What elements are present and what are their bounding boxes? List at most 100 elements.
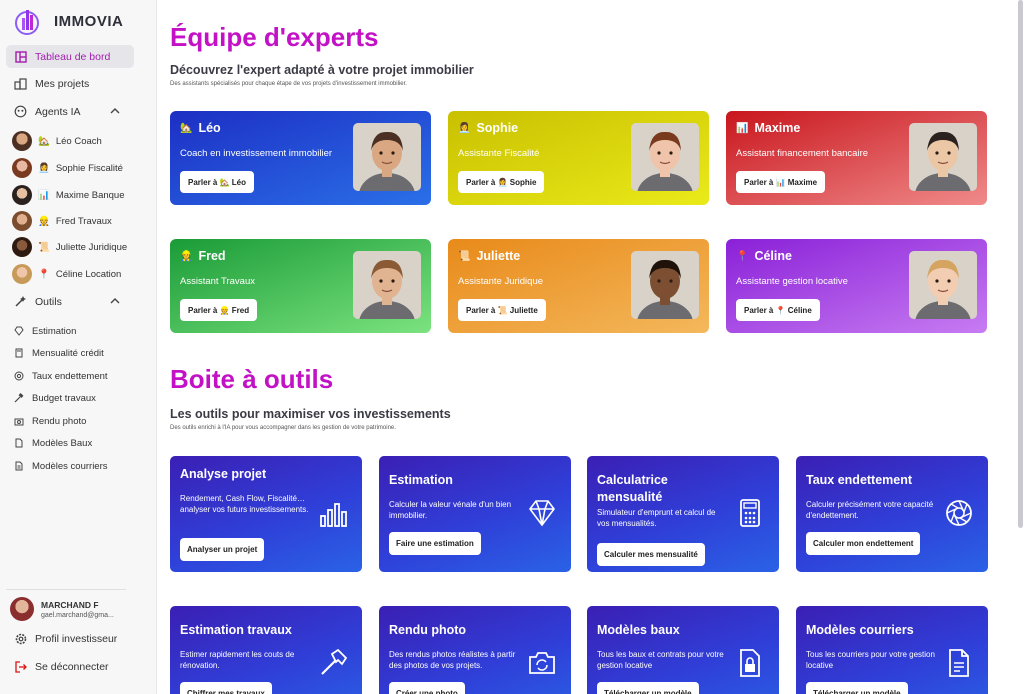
hammer-icon bbox=[14, 393, 24, 403]
sidebar-agent-sophie[interactable]: 👩‍💼 Sophie Fiscalité bbox=[12, 158, 123, 178]
lock-file-icon bbox=[735, 648, 765, 678]
expert-card-1[interactable]: 👩‍💼 Sophie Assistante Fiscalité Parler à 👩‍… bbox=[448, 111, 709, 205]
avatar bbox=[12, 264, 32, 284]
tool-label: Mensualité crédit bbox=[32, 347, 104, 359]
tool-button[interactable]: Calculer mes mensualité bbox=[597, 543, 705, 566]
talk-button[interactable]: Parler à 👩‍💼 Sophie bbox=[458, 171, 545, 193]
expert-emoji: 🏡 bbox=[180, 122, 193, 134]
expert-card-4[interactable]: 📜 Juliette Assistante Juridique Parler à 📜 … bbox=[448, 239, 709, 333]
expert-name-text: Juliette bbox=[476, 249, 521, 263]
sidebar-item-projects[interactable]: Mes projets bbox=[6, 72, 134, 95]
expert-role: Coach en investissement immobilier bbox=[180, 148, 333, 159]
tool-button[interactable]: Faire une estimation bbox=[389, 532, 481, 555]
talk-button[interactable]: Parler à 📍 Céline bbox=[736, 299, 820, 321]
tool-desc: Tous les courriers pour votre gestion lo… bbox=[806, 650, 935, 670]
tool-label: Budget travaux bbox=[32, 392, 96, 404]
sidebar-tool-rendu[interactable]: Rendu photo bbox=[14, 413, 86, 429]
logout-icon bbox=[14, 660, 27, 673]
sidebar-tool-baux[interactable]: Modèles Baux bbox=[14, 435, 92, 451]
tool-desc: Calculer la valeur vénale d'un bien immo… bbox=[389, 500, 512, 520]
tool-title: Calculatrice mensualité bbox=[597, 473, 668, 504]
expert-name: 🏡 Léo bbox=[180, 121, 221, 135]
sidebar-item-logout[interactable]: Se déconnecter bbox=[6, 655, 134, 678]
expert-portrait bbox=[909, 251, 977, 319]
tool-card-6[interactable]: Modèles baux Tous les baux et contrats po… bbox=[587, 606, 779, 694]
agent-label: Maxime Banque bbox=[55, 189, 125, 201]
tool-button[interactable]: Analyser un projet bbox=[180, 538, 265, 561]
sidebar-tool-mensualite[interactable]: Mensualité crédit bbox=[14, 345, 104, 361]
sidebar-agent-celine[interactable]: 📍 Céline Location bbox=[12, 264, 121, 284]
avatar bbox=[12, 237, 32, 257]
expert-role: Assistant financement bancaire bbox=[736, 148, 869, 159]
sidebar-tool-courriers[interactable]: Modèles courriers bbox=[14, 458, 108, 474]
tool-button[interactable]: Chiffrer mes travaux bbox=[180, 682, 272, 694]
sidebar-agent-maxime[interactable]: 📊 Maxime Banque bbox=[12, 185, 125, 205]
expert-card-0[interactable]: 🏡 Léo Coach en investissement immobilier Pa… bbox=[170, 111, 431, 205]
chevron-up-icon[interactable] bbox=[110, 106, 120, 116]
expert-name: 👷 Fred bbox=[180, 249, 226, 263]
user-name: MARCHAND F bbox=[41, 599, 99, 610]
file-icon bbox=[14, 438, 24, 448]
sidebar-tool-estimation[interactable]: Estimation bbox=[14, 323, 76, 339]
tool-card-2[interactable]: Calculatrice mensualité Simulateur d'empr… bbox=[587, 456, 779, 572]
tool-desc: Calculer précisément votre capacité d'en… bbox=[806, 500, 934, 520]
talk-button[interactable]: Parler à 🏡 Léo bbox=[180, 171, 254, 193]
agent-label: Léo Coach bbox=[55, 135, 102, 147]
tool-title: Rendu photo bbox=[389, 623, 467, 637]
sidebar-agent-juliette[interactable]: 📜 Juliette Juridique bbox=[12, 237, 127, 257]
sidebar-tool-taux[interactable]: Taux endettement bbox=[14, 368, 108, 384]
sidebar-item-label: Agents IA bbox=[35, 105, 81, 118]
sidebar-tool-budget[interactable]: Budget travaux bbox=[14, 390, 96, 406]
toolbox-subheading: Des outils enrichi à l'IA pour vous acco… bbox=[170, 425, 396, 431]
chevron-up-icon[interactable] bbox=[110, 296, 120, 306]
tool-card-5[interactable]: Rendu photo Des rendus photos réalistes à… bbox=[379, 606, 571, 694]
talk-button[interactable]: Parler à 📜 Juliette bbox=[458, 299, 546, 321]
hammer-icon bbox=[318, 648, 348, 678]
user-email: gael.marchand@gma... bbox=[41, 611, 114, 619]
agent-emoji: 👷 bbox=[38, 215, 50, 227]
talk-button[interactable]: Parler à 👷 Fred bbox=[180, 299, 258, 321]
sidebar-item-label: Outils bbox=[35, 295, 62, 308]
talk-button[interactable]: Parler à 📊 Maxime bbox=[736, 171, 826, 193]
tool-button[interactable]: Calculer mon endettement bbox=[806, 532, 921, 555]
tool-button[interactable]: Télécharger un modèle bbox=[806, 682, 908, 694]
sidebar-agent-fred[interactable]: 👷 Fred Travaux bbox=[12, 211, 112, 231]
expert-card-5[interactable]: 📍 Céline Assistante gestion locative Parler… bbox=[726, 239, 987, 333]
tool-label: Modèles Baux bbox=[32, 437, 93, 449]
avatar bbox=[12, 211, 32, 231]
brand-name: IMMOVIA bbox=[54, 12, 124, 30]
scrollbar[interactable] bbox=[1018, 0, 1023, 528]
sidebar-item-label: Mes projets bbox=[35, 77, 90, 90]
tool-button[interactable]: Télécharger un modèle bbox=[597, 682, 699, 694]
expert-portrait bbox=[631, 251, 699, 319]
tool-title: Estimation bbox=[389, 473, 453, 487]
avatar bbox=[10, 597, 34, 621]
avatar bbox=[12, 131, 32, 151]
sidebar-item-tools[interactable]: Outils bbox=[6, 290, 134, 313]
tool-card-1[interactable]: Estimation Calculer la valeur vénale d'un… bbox=[379, 456, 571, 572]
expert-portrait bbox=[353, 123, 421, 191]
expert-card-2[interactable]: 📊 Maxime Assistant financement bancaire Par… bbox=[726, 111, 987, 205]
tool-card-3[interactable]: Taux endettement Calculer précisément vot… bbox=[796, 456, 988, 572]
toolbox-heading: Les outils pour maximiser vos investisse… bbox=[170, 407, 451, 421]
main-content: Équipe d'experts Découvrez l'expert adap… bbox=[157, 0, 1024, 694]
tool-card-7[interactable]: Modèles courriers Tous les courriers pour… bbox=[796, 606, 988, 694]
diamond-icon bbox=[14, 326, 24, 336]
tool-desc: Tous les baux et contrats pour votre ges… bbox=[597, 650, 724, 670]
sidebar-item-profile[interactable]: Profil investisseur bbox=[6, 627, 134, 650]
expert-role: Assistante Juridique bbox=[458, 276, 544, 287]
tool-desc: Rendement, Cash Flow, Fiscalité… analyse… bbox=[180, 494, 309, 514]
agent-emoji: 🏡 bbox=[38, 135, 50, 147]
sidebar-item-agents[interactable]: Agents IA bbox=[6, 100, 134, 123]
sidebar-item-dashboard[interactable]: Tableau de bord bbox=[6, 45, 134, 68]
buildings-icon bbox=[14, 77, 27, 90]
expert-name-text: Sophie bbox=[476, 121, 519, 135]
sidebar-agent-leo[interactable]: 🏡 Léo Coach bbox=[12, 131, 102, 151]
expert-card-3[interactable]: 👷 Fred Assistant Travaux Parler à 👷 Fred bbox=[170, 239, 431, 333]
tool-button[interactable]: Créer une photo bbox=[389, 682, 465, 694]
user-profile[interactable]: MARCHAND F gael.marchand@gma... bbox=[10, 597, 114, 621]
tool-card-0[interactable]: Analyse projet Rendement, Cash Flow, Fisc… bbox=[170, 456, 362, 572]
agent-emoji: 📍 bbox=[38, 268, 50, 280]
brand[interactable]: IMMOVIA bbox=[14, 6, 123, 36]
tool-card-4[interactable]: Estimation travaux Estimer rapidement les… bbox=[170, 606, 362, 694]
